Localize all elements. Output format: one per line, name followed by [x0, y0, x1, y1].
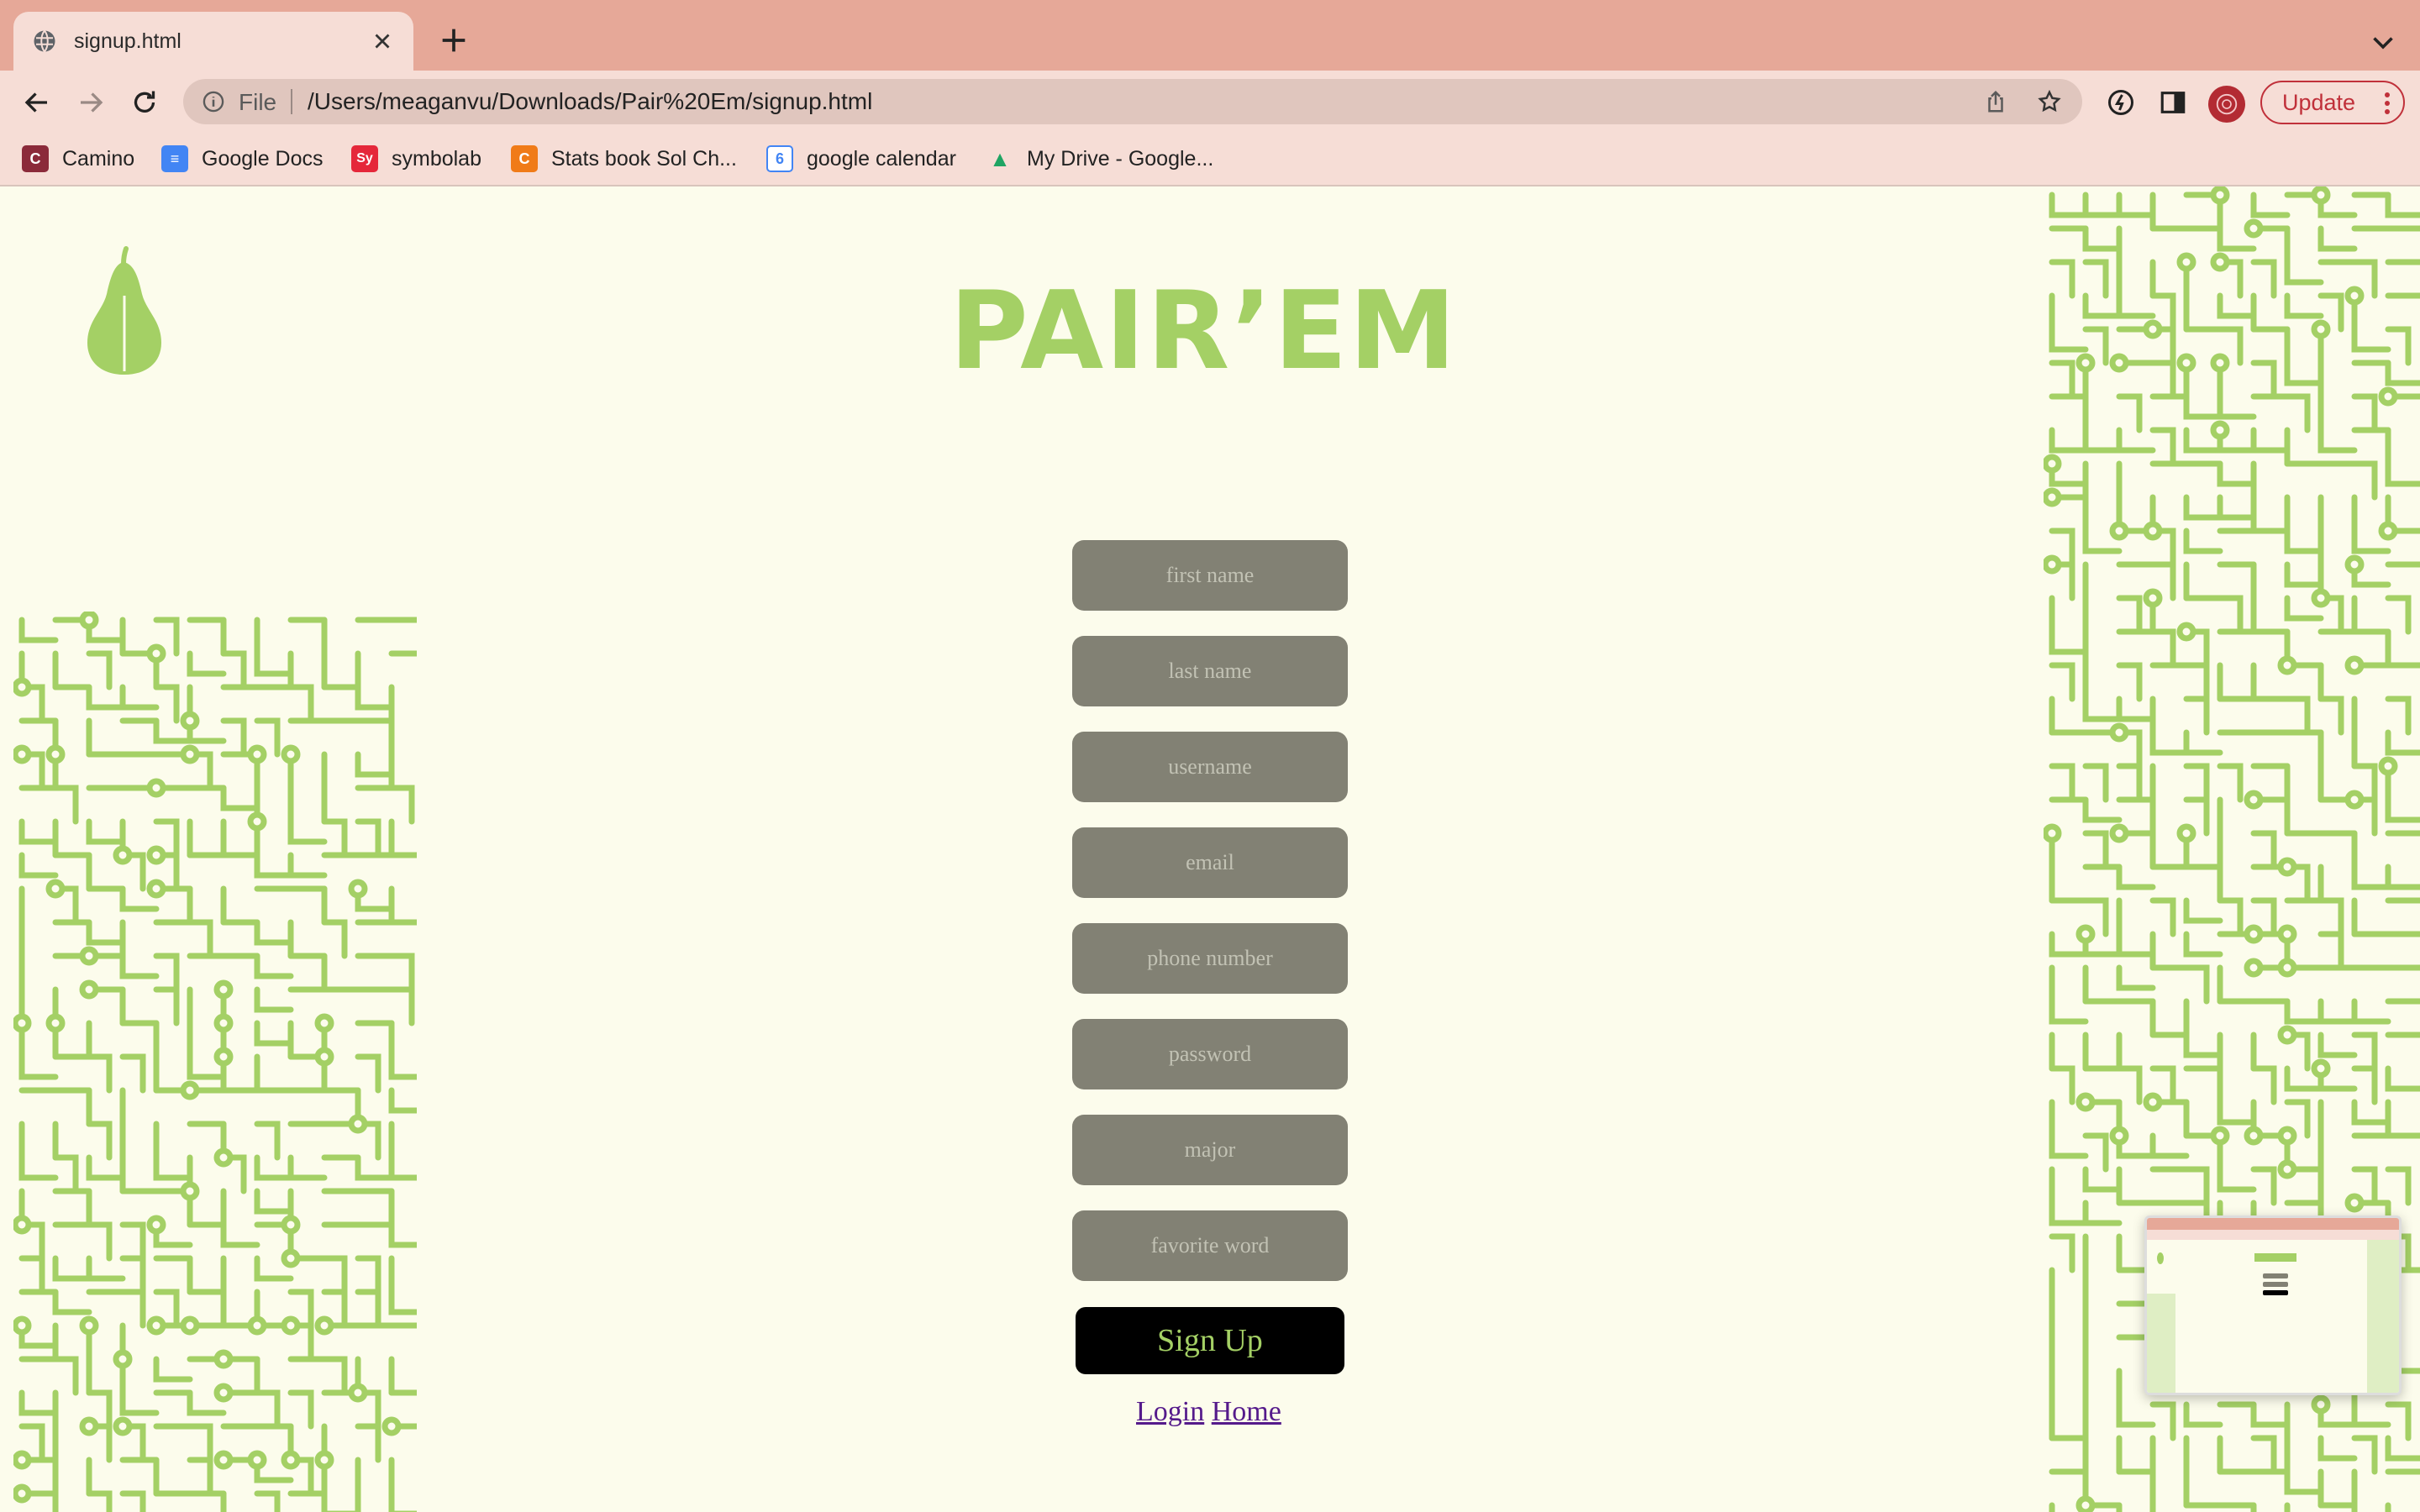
star-icon[interactable] [2037, 89, 2062, 114]
tab-strip: signup.html [0, 0, 2420, 71]
bookmark-label: google calendar [807, 146, 956, 171]
preview-image [2147, 1218, 2399, 1393]
url-text[interactable]: /Users/meaganvu/Downloads/Pair%20Em/sign… [308, 88, 872, 115]
home-link[interactable]: Home [1212, 1396, 1281, 1427]
phone-number-field[interactable] [1072, 923, 1348, 994]
url-scheme: File [239, 89, 277, 115]
bookmark-camino[interactable]: C Camino [22, 143, 134, 175]
pear-logo-icon [87, 246, 161, 375]
reload-icon[interactable] [128, 86, 161, 119]
bookmark-label: symbolab [392, 146, 481, 171]
profile-avatar-icon[interactable] [2208, 86, 2245, 123]
browser-toolbar: File /Users/meaganvu/Downloads/Pair%20Em… [0, 71, 2420, 131]
bookmarks-bar: C Camino ≡ Google Docs Sy symbolab C Sta… [0, 131, 2420, 186]
globe-icon [32, 29, 57, 54]
major-field[interactable] [1072, 1115, 1348, 1185]
side-panel-icon[interactable] [2156, 86, 2190, 119]
back-arrow-icon[interactable] [20, 86, 54, 119]
info-icon[interactable] [202, 90, 225, 113]
circuit-pattern-left [13, 612, 417, 1512]
bookmark-symbolab[interactable]: Sy symbolab [351, 143, 481, 175]
chevron-down-icon[interactable] [2366, 27, 2400, 57]
brand-title: PAIR’EM [950, 269, 1458, 394]
forward-arrow-icon[interactable] [74, 86, 108, 119]
close-icon[interactable] [370, 29, 395, 54]
performance-icon[interactable] [2104, 86, 2138, 119]
bookmark-stats-book[interactable]: C Stats book Sol Ch... [511, 143, 737, 175]
address-bar[interactable]: File /Users/meaganvu/Downloads/Pair%20Em… [183, 79, 2082, 124]
bookmark-label: Camino [62, 146, 135, 171]
last-name-field[interactable] [1072, 636, 1348, 706]
first-name-field[interactable] [1072, 540, 1348, 611]
username-field[interactable] [1072, 732, 1348, 802]
bookmark-label: My Drive - Google... [1027, 146, 1214, 171]
bookmark-label: Google Docs [202, 146, 324, 171]
camino-icon: C [22, 145, 49, 172]
page-preview-thumbnail[interactable] [2144, 1215, 2402, 1395]
bookmark-google-calendar[interactable]: 6 google calendar [766, 143, 956, 175]
update-label: Update [2282, 89, 2356, 115]
stats-book-icon: C [511, 145, 538, 172]
share-icon[interactable] [1983, 89, 2008, 114]
signup-page: PAIR’EM Sign Up Login Home [0, 186, 2420, 1512]
google-docs-icon: ≡ [161, 145, 188, 172]
more-vertical-icon[interactable] [2383, 91, 2391, 116]
bookmark-label: Stats book Sol Ch... [551, 146, 737, 171]
google-drive-icon: ▲ [989, 145, 1011, 171]
tab-title: signup.html [74, 29, 182, 53]
url-separator [291, 89, 292, 114]
email-field[interactable] [1072, 827, 1348, 898]
password-field[interactable] [1072, 1019, 1348, 1089]
bookmark-my-drive[interactable]: ▲ My Drive - Google... [986, 143, 1213, 175]
symbolab-icon: Sy [351, 145, 378, 172]
tab-signup[interactable]: signup.html [13, 12, 413, 71]
login-link[interactable]: Login [1136, 1396, 1204, 1427]
calendar-icon: 6 [766, 145, 793, 172]
plus-icon[interactable] [437, 24, 471, 57]
update-button[interactable]: Update [2260, 81, 2405, 124]
favorite-word-field[interactable] [1072, 1210, 1348, 1281]
footer-links: Login Home [1136, 1396, 1281, 1428]
bookmark-google-docs[interactable]: ≡ Google Docs [161, 143, 324, 175]
sign-up-button[interactable]: Sign Up [1076, 1307, 1344, 1374]
